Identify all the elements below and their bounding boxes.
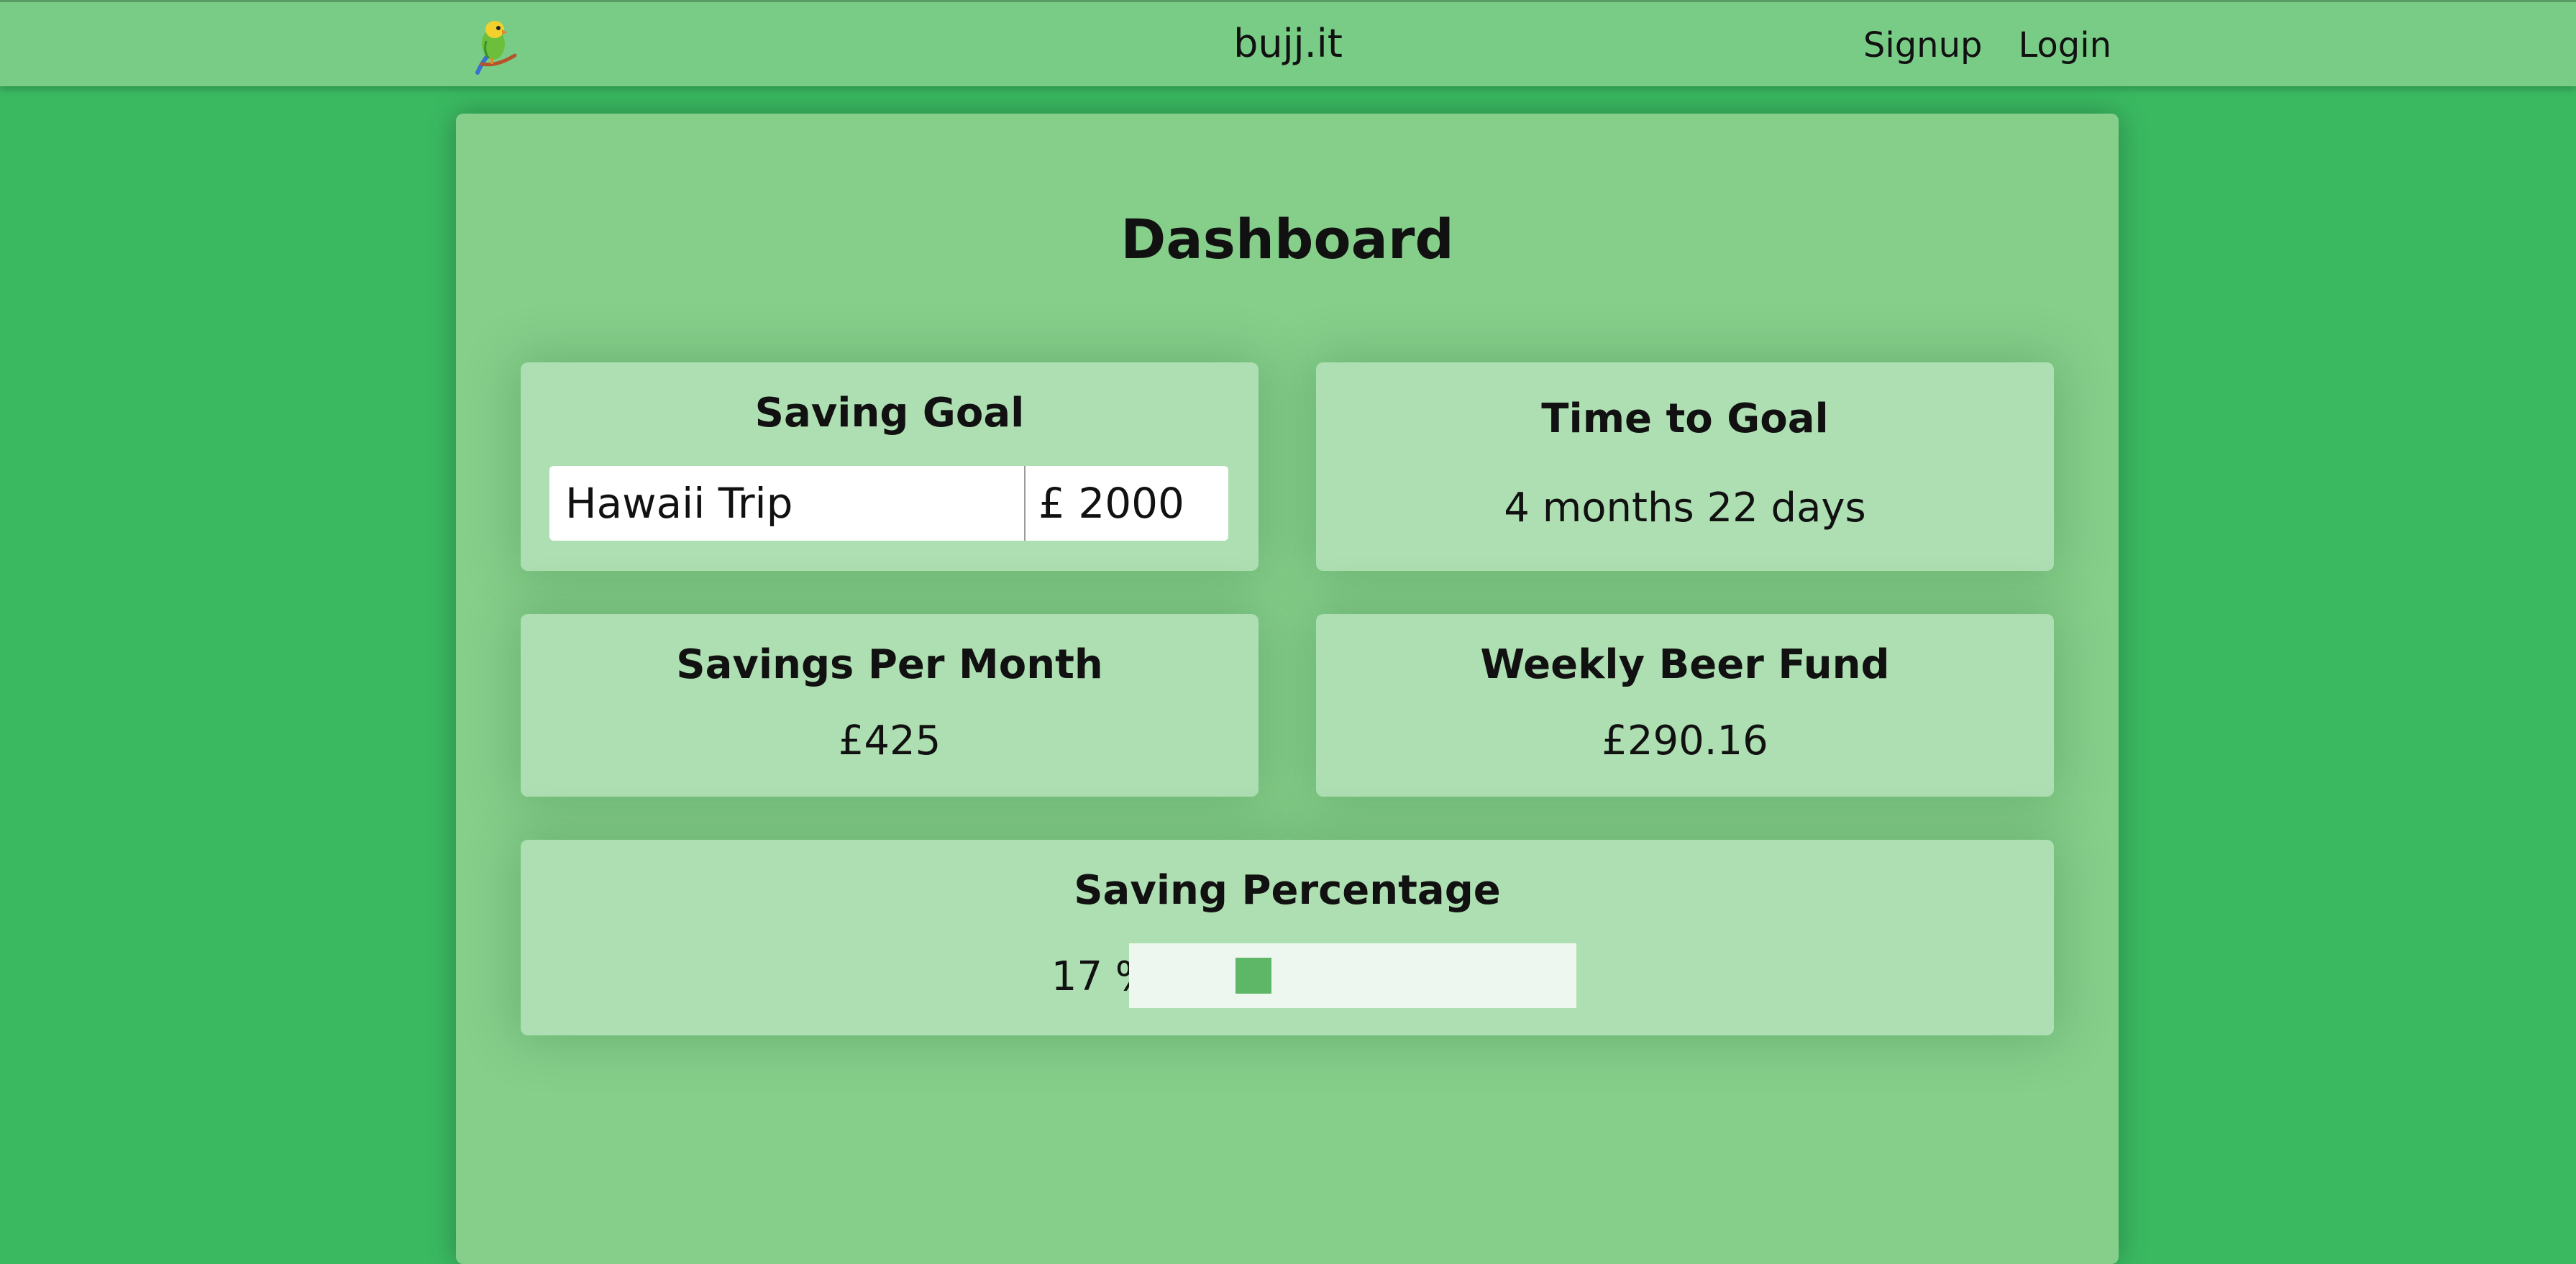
time-to-goal-card: Time to Goal 4 months 22 days bbox=[1316, 362, 2054, 571]
saving-percentage-bar bbox=[1129, 943, 1576, 1008]
saving-percentage-title: Saving Percentage bbox=[1074, 867, 1501, 914]
savings-per-month-title: Savings Per Month bbox=[676, 641, 1103, 688]
saving-percentage-fill bbox=[1236, 958, 1271, 994]
time-to-goal-value: 4 months 22 days bbox=[1504, 485, 1866, 531]
saving-goal-card: Saving Goal Hawaii Trip £ 2000 bbox=[521, 362, 1259, 571]
currency-symbol: £ bbox=[1038, 479, 1065, 528]
saving-goal-input: Hawaii Trip £ 2000 bbox=[549, 466, 1228, 541]
goal-amount-field[interactable]: £ 2000 bbox=[1026, 466, 1228, 541]
saving-goal-title: Saving Goal bbox=[754, 390, 1025, 436]
weekly-beer-fund-value: £290.16 bbox=[1602, 718, 1768, 764]
goal-amount-value: 2000 bbox=[1078, 479, 1184, 528]
nav-links: Signup Login bbox=[1863, 25, 2111, 65]
navbar: bujj.it Signup Login bbox=[0, 0, 2576, 86]
page-title: Dashboard bbox=[1120, 207, 1454, 271]
saving-percentage-card: Saving Percentage 17 % bbox=[521, 840, 2054, 1035]
time-to-goal-title: Time to Goal bbox=[1541, 395, 1829, 442]
weekly-beer-fund-title: Weekly Beer Fund bbox=[1480, 641, 1890, 688]
saving-percentage-row: 17 % bbox=[521, 943, 2054, 1008]
signup-link[interactable]: Signup bbox=[1863, 25, 1983, 65]
dashboard-panel: Dashboard Saving Goal Hawaii Trip £ 2000… bbox=[456, 114, 2119, 1264]
goal-name-field[interactable]: Hawaii Trip bbox=[549, 466, 1026, 541]
brand-title[interactable]: bujj.it bbox=[0, 21, 2576, 66]
login-link[interactable]: Login bbox=[2019, 25, 2112, 65]
savings-per-month-card: Savings Per Month £425 bbox=[521, 614, 1259, 797]
savings-per-month-value: £425 bbox=[838, 718, 941, 764]
weekly-beer-fund-card: Weekly Beer Fund £290.16 bbox=[1316, 614, 2054, 797]
